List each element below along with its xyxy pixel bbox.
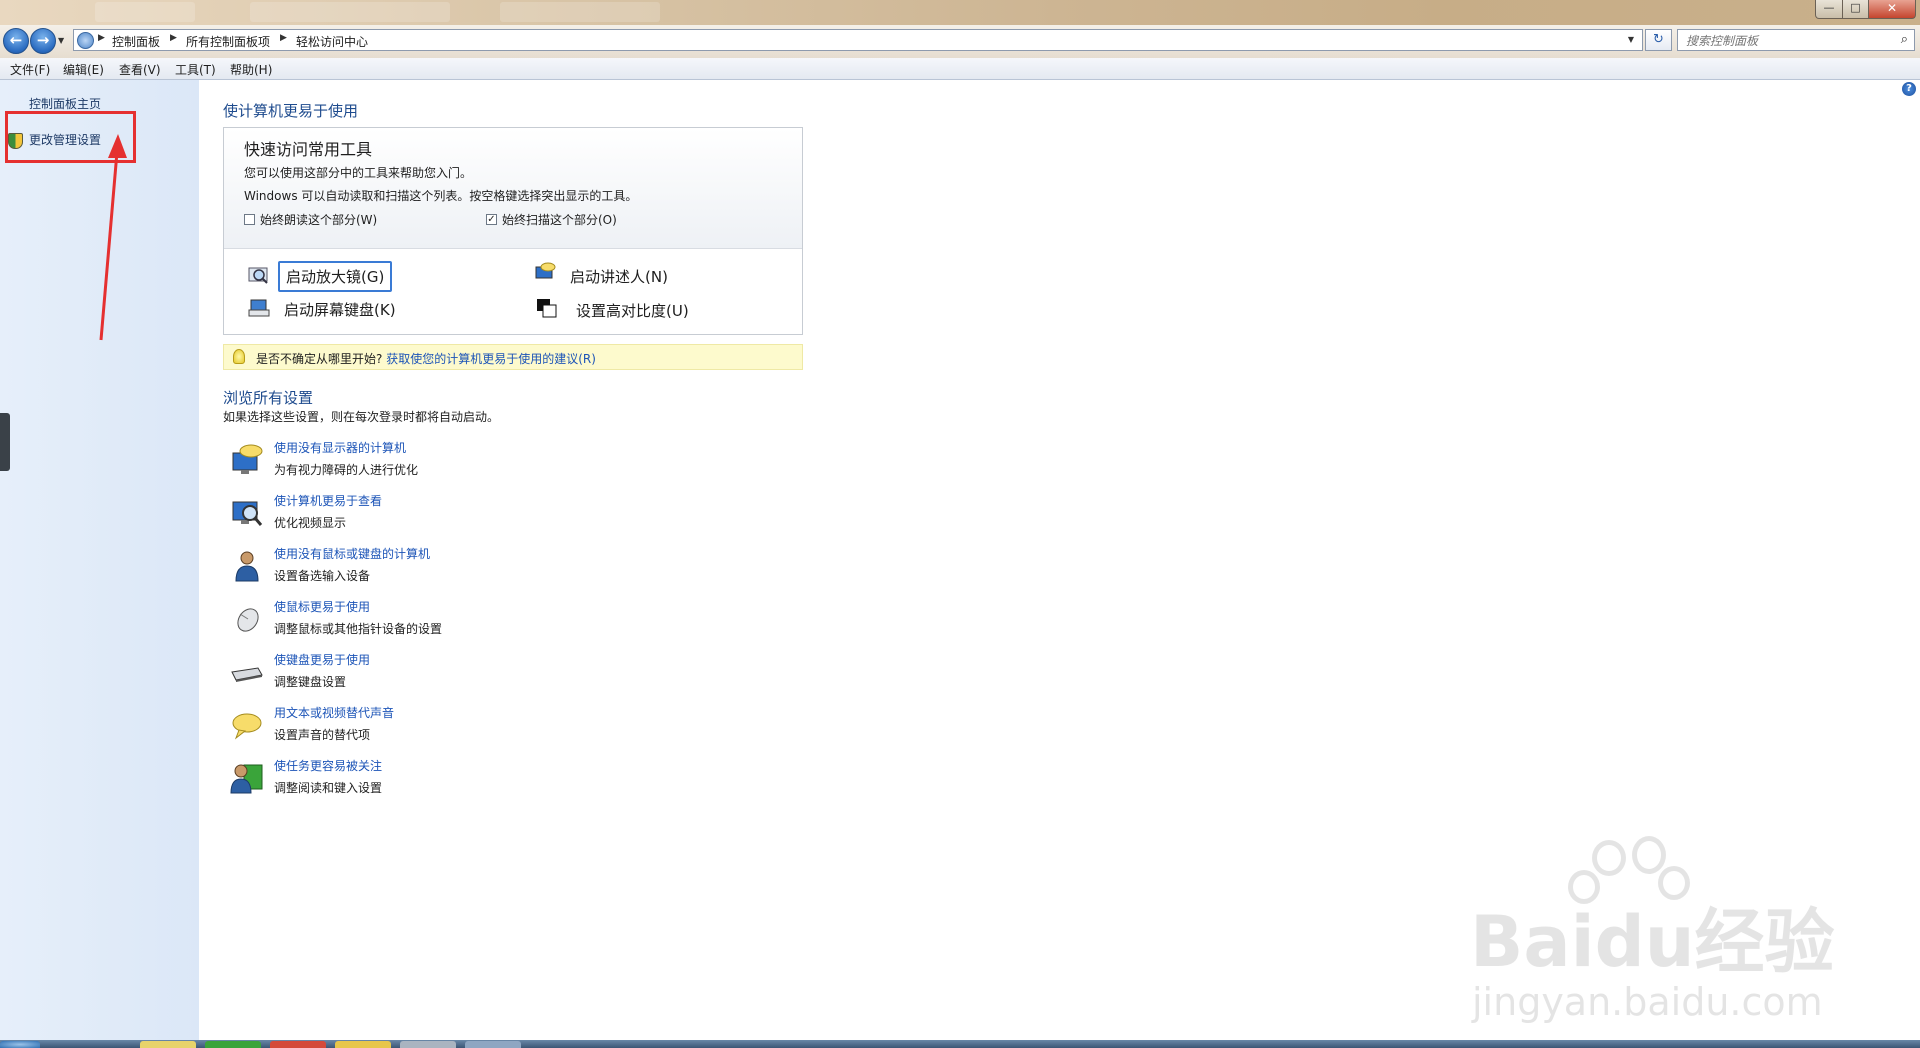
arrow-head <box>108 134 127 158</box>
quick-access-intro: 您可以使用这部分中的工具来帮助您入门。 <box>244 166 473 180</box>
item-description: 优化视频显示 <box>274 516 347 530</box>
page-title: 使计算机更易于使用 <box>223 102 359 120</box>
baidu-watermark: Baidu经验 jingyan.baidu.com <box>1470 836 1870 1024</box>
maximize-button[interactable]: □ <box>1842 0 1869 19</box>
always-read-label[interactable]: 始终朗读这个部分(W) <box>260 211 377 228</box>
list-item[interactable]: 使用没有鼠标或键盘的计算机 设置备选输入设备 <box>230 545 790 595</box>
set-high-contrast-button[interactable]: 设置高对比度(U) <box>576 300 689 321</box>
lightbulb-icon <box>233 349 245 364</box>
menu-tools[interactable]: 工具(T) <box>175 61 216 78</box>
list-item[interactable]: 使鼠标更易于使用 调整鼠标或其他指针设备的设置 <box>230 598 790 648</box>
start-magnifier-button[interactable]: 启动放大镜(G) <box>278 261 393 292</box>
breadcrumb-separator[interactable]: ▶ <box>170 33 177 43</box>
window-titlebar: — □ ✕ <box>0 0 1920 25</box>
speech-bubble-icon <box>232 713 262 740</box>
quick-access-header: 快速访问常用工具 您可以使用这部分中的工具来帮助您入门。 Windows 可以自… <box>224 128 802 249</box>
tip-bar: 是否不确定从哪里开始? 获取使您的计算机更易于使用的建议(R) <box>223 344 803 370</box>
minimize-button[interactable]: — <box>1815 0 1843 19</box>
item-title[interactable]: 使用没有显示器的计算机 <box>274 439 406 456</box>
menu-help[interactable]: 帮助(H) <box>230 61 272 78</box>
close-button[interactable]: ✕ <box>1868 0 1916 19</box>
list-item[interactable]: 使任务更容易被关注 调整阅读和键入设置 <box>230 757 790 807</box>
blurred-tab <box>500 2 660 22</box>
address-dropdown[interactable]: ▼ <box>1628 35 1634 44</box>
item-description: 调整鼠标或其他指针设备的设置 <box>274 622 443 636</box>
annotation-arrow <box>99 134 127 341</box>
list-item[interactable]: 使计算机更易于查看 优化视频显示 <box>230 492 790 542</box>
list-item[interactable]: 使键盘更易于使用 调整键盘设置 <box>230 651 790 701</box>
side-gadget-tab[interactable] <box>0 413 10 471</box>
blurred-tab <box>250 2 450 22</box>
arrow-shaft <box>99 151 119 341</box>
help-icon[interactable]: ? <box>1902 82 1916 96</box>
keyboard-icon <box>231 667 263 682</box>
item-title[interactable]: 使计算机更易于查看 <box>274 492 382 509</box>
breadcrumb-separator[interactable]: ▶ <box>280 33 287 43</box>
always-scan-label[interactable]: 始终扫描这个部分(O) <box>502 211 617 228</box>
quick-access-title: 快速访问常用工具 <box>244 140 373 159</box>
search-input[interactable] <box>1684 31 1888 51</box>
watermark-logo-text: Baidu经验 <box>1470 901 1835 983</box>
breadcrumb-all-items[interactable]: 所有控制面板项 <box>186 33 270 50</box>
paw-toe <box>1632 836 1666 874</box>
list-item[interactable]: 用文本或视频替代声音 设置声音的替代项 <box>230 704 790 754</box>
mouse-icon <box>237 608 259 632</box>
quick-access-panel: 快速访问常用工具 您可以使用这部分中的工具来帮助您入门。 Windows 可以自… <box>223 127 803 335</box>
start-orb[interactable] <box>0 1041 40 1048</box>
on-screen-keyboard-icon <box>248 299 270 317</box>
narrator-icon <box>535 262 556 279</box>
breadcrumb-ease-of-access[interactable]: 轻松访问中心 <box>296 33 368 50</box>
taskbar-app[interactable] <box>465 1041 521 1048</box>
taskbar-app[interactable] <box>270 1041 326 1048</box>
tip-question: 是否不确定从哪里开始? <box>256 352 383 366</box>
address-toolbar: ← → ▼ ▶ 控制面板 ▶ 所有控制面板项 ▶ 轻松访问中心 ▼ ↻ ⌕ <box>0 25 1920 58</box>
magnifier-icon <box>248 267 268 284</box>
item-description: 调整阅读和键入设置 <box>274 781 383 795</box>
list-item[interactable]: 使用没有显示器的计算机 为有视力障碍的人进行优化 <box>230 439 790 489</box>
always-read-checkbox[interactable] <box>244 214 255 225</box>
item-description: 设置备选输入设备 <box>274 569 371 583</box>
taskbar-app[interactable] <box>335 1041 391 1048</box>
item-title[interactable]: 用文本或视频替代声音 <box>274 704 394 721</box>
quick-access-instructions: Windows 可以自动读取和扫描这个列表。按空格键选择突出显示的工具。 <box>244 189 638 203</box>
browse-settings-subtitle: 如果选择这些设置，则在每次登录时都将自动启动。 <box>223 410 500 424</box>
item-description: 为有视力障碍的人进行优化 <box>274 463 419 477</box>
start-narrator-button[interactable]: 启动讲述人(N) <box>570 266 668 287</box>
always-scan-checkbox[interactable]: ✓ <box>486 214 497 225</box>
item-description: 调整键盘设置 <box>274 675 347 689</box>
search-box[interactable]: ⌕ <box>1677 29 1915 51</box>
browse-settings-heading: 浏览所有设置 <box>223 389 314 407</box>
menu-bar: 文件(F) 编辑(E) 查看(V) 工具(T) 帮助(H) <box>0 58 1920 80</box>
monitor-magnifier-icon <box>232 501 263 526</box>
watermark-url: jingyan.baidu.com <box>1472 980 1823 1024</box>
item-title[interactable]: 使鼠标更易于使用 <box>274 598 370 615</box>
search-icon[interactable]: ⌕ <box>1901 32 1908 47</box>
item-title[interactable]: 使任务更容易被关注 <box>274 757 382 774</box>
person-icon <box>235 551 259 582</box>
item-title[interactable]: 使用没有鼠标或键盘的计算机 <box>274 545 430 562</box>
tip-text: 是否不确定从哪里开始? 获取使您的计算机更易于使用的建议(R) <box>256 350 596 367</box>
item-title[interactable]: 使键盘更易于使用 <box>274 651 370 668</box>
item-description: 设置声音的替代项 <box>274 728 371 742</box>
high-contrast-icon <box>537 299 557 318</box>
person-screen-icon <box>230 764 263 794</box>
monitor-speech-icon <box>232 444 263 474</box>
address-bar[interactable]: ▶ 控制面板 ▶ 所有控制面板项 ▶ 轻松访问中心 ▼ <box>73 29 1643 51</box>
paw-toe <box>1592 840 1626 876</box>
taskbar-app[interactable] <box>400 1041 456 1048</box>
get-recommendations-link[interactable]: 获取使您的计算机更易于使用的建议(R) <box>386 352 596 366</box>
start-on-screen-keyboard-button[interactable]: 启动屏幕键盘(K) <box>284 299 396 320</box>
taskbar-app[interactable] <box>205 1041 261 1048</box>
taskbar-app[interactable] <box>140 1041 196 1048</box>
refresh-button[interactable]: ↻ <box>1645 29 1672 51</box>
